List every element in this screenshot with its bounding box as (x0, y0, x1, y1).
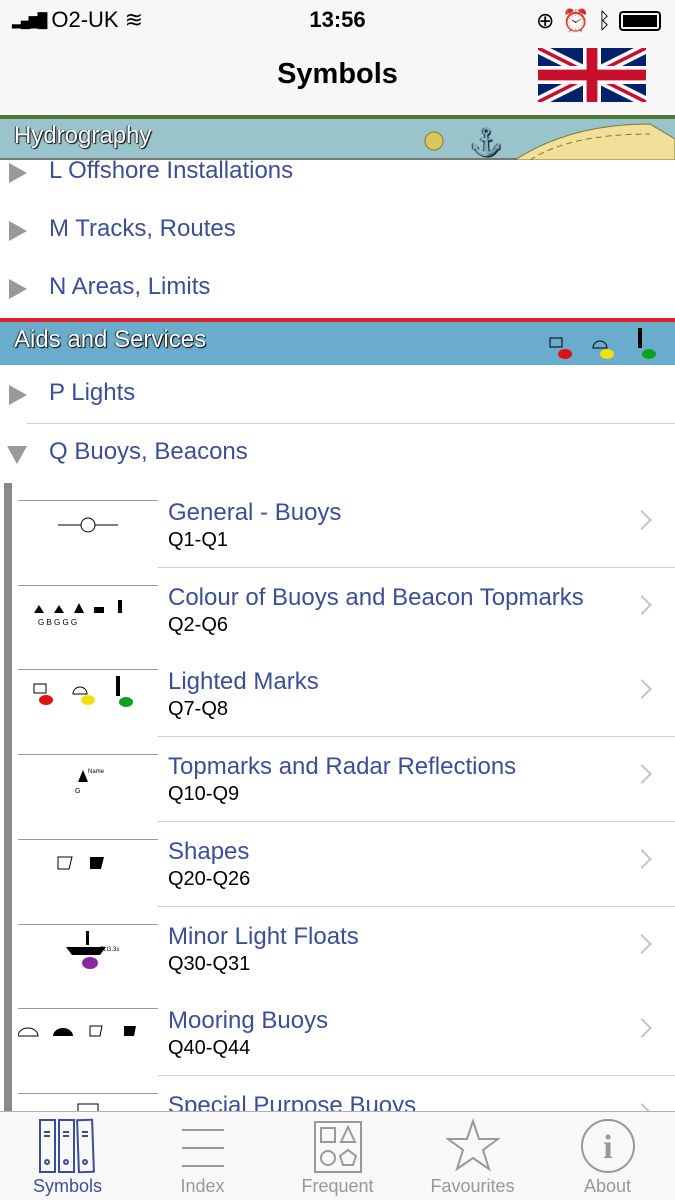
subcategory-title: Lighted Marks (168, 668, 319, 696)
category-label: L Offshore Installations (49, 157, 294, 184)
svg-text:Name: Name (88, 769, 105, 775)
symbol-thumbnail-icon (58, 517, 118, 533)
tab-frequent[interactable]: Frequent (270, 1112, 405, 1200)
tab-favourites[interactable]: Favourites (405, 1112, 540, 1200)
thumbnail-divider (18, 500, 158, 501)
section-title: Hydrography (14, 122, 152, 149)
shapes-icon (313, 1121, 362, 1173)
svg-text:G B G G G: G B G G G (38, 618, 77, 627)
subcategory-code: Q7-Q8 (168, 698, 229, 721)
group-indicator (4, 483, 12, 568)
collapse-triangle-icon (7, 446, 27, 464)
symbol-thumbnail-icon (33, 676, 133, 708)
uk-flag-icon[interactable] (538, 48, 646, 102)
subcategory-row[interactable]: Mooring Buoys Q40-Q44 (0, 991, 675, 1077)
chevron-right-icon (632, 594, 652, 615)
chevron-right-icon (632, 679, 652, 700)
thumbnail-divider (18, 1092, 158, 1094)
svg-text:i: i (603, 1129, 612, 1166)
symbol-thumbnail-icon (18, 1025, 136, 1037)
subcategory-code: Q30-Q31 (168, 952, 251, 975)
hydrography-illustration-icon: ⚓ (424, 123, 675, 160)
tab-index[interactable]: Index (135, 1112, 270, 1200)
battery-icon (619, 11, 661, 31)
svg-text:G: G (75, 788, 80, 795)
binders-icon (38, 1118, 95, 1174)
section-title: Aids and Services (14, 326, 207, 353)
category-label: M Tracks, Routes (49, 215, 236, 242)
category-row[interactable]: N Areas, Limits (0, 259, 675, 318)
expand-triangle-icon (9, 385, 27, 405)
subcategory-row[interactable]: Lighted Marks Q7-Q8 (0, 652, 675, 738)
subcategory-title: Colour of Buoys and Beacon Topmarks (168, 583, 584, 611)
alarm-icon: ⏰ (562, 8, 590, 33)
subcategory-title: Mooring Buoys (168, 1007, 329, 1035)
category-row[interactable]: P Lights (0, 365, 675, 424)
thumbnail-divider (18, 584, 158, 586)
svg-text:Fl.G.3s: Fl.G.3s (100, 947, 119, 953)
star-icon (445, 1118, 500, 1172)
aids-illustration-icon (549, 328, 656, 359)
subcategory-title: Topmarks and Radar Reflections (168, 753, 517, 781)
thumbnail-divider (18, 838, 158, 840)
symbol-thumbnail-icon: Name G (75, 769, 105, 795)
subcategory-row[interactable]: G B G G G Colour of Buoys and Beacon Topm… (0, 567, 675, 653)
tab-label: Frequent (301, 1176, 374, 1196)
tab-symbols[interactable]: Symbols (0, 1112, 135, 1200)
section-header-hydrography: Hydrography ⚓ (0, 119, 675, 160)
tab-label: Favourites (430, 1176, 515, 1196)
group-indicator (4, 737, 12, 823)
status-bar: ▂▄▆█ O2-UK ≋ 13:56 ⊕ ⏰ ᛒ (0, 0, 675, 40)
subcategory-title: Minor Light Floats (168, 922, 359, 950)
subcategory-code: Q1-Q1 (168, 529, 229, 551)
section-header-aids-and-services: Aids and Services (0, 322, 675, 365)
subcategory-title: Shapes (168, 837, 250, 865)
tab-label: Symbols (32, 1176, 103, 1196)
rotation-lock-icon: ⊕ (535, 8, 555, 33)
chevron-right-icon (632, 1018, 652, 1039)
symbol-thumbnail-icon: Fl.G.3s (66, 930, 119, 969)
tab-bar: Symbols Index Frequent Favourites i Abou… (0, 1111, 675, 1200)
list-icon (181, 1129, 224, 1167)
subcategory-code: Q40-Q44 (168, 1037, 251, 1060)
expand-triangle-icon (9, 279, 27, 299)
tab-about[interactable]: i About (540, 1112, 675, 1200)
category-row[interactable]: M Tracks, Routes (0, 201, 675, 260)
info-icon: i (580, 1119, 635, 1173)
tab-label: About (583, 1176, 632, 1196)
subcategory-row[interactable]: Shapes Q20-Q26 (0, 821, 675, 907)
tab-label: Index (180, 1176, 225, 1196)
group-indicator (4, 567, 12, 653)
bluetooth-icon: ᛒ (597, 8, 611, 33)
chevron-right-icon (632, 848, 652, 869)
subcategory-row[interactable]: Name G Topmarks and Radar Reflections Q10-Q… (0, 737, 675, 823)
expand-triangle-icon (9, 221, 27, 241)
chevron-right-icon (632, 933, 652, 954)
group-indicator (4, 991, 12, 1077)
subcategory-code: Q10-Q9 (168, 783, 240, 806)
category-label: Q Buoys, Beacons (49, 438, 248, 465)
category-row-expanded[interactable]: Q Buoys, Beacons (0, 424, 675, 483)
symbol-thumbnail-icon (57, 856, 104, 870)
category-label: N Areas, Limits (49, 273, 211, 300)
expand-triangle-icon (9, 163, 27, 183)
subcategory-row[interactable]: General - Buoys Q1-Q1 (0, 483, 675, 568)
thumbnail-divider (18, 669, 158, 671)
subcategory-title: General - Buoys (168, 499, 342, 526)
group-indicator (4, 652, 12, 738)
chevron-right-icon (632, 510, 652, 530)
subcategory-code: Q2-Q6 (168, 613, 229, 636)
subcategory-code: Q20-Q26 (168, 867, 251, 890)
subcategory-row[interactable]: Fl.G.3s Minor Light Floats Q30-Q31 (0, 906, 675, 992)
chevron-right-icon (632, 764, 652, 784)
group-indicator (4, 906, 12, 992)
thumbnail-divider (18, 923, 158, 925)
category-label: P Lights (49, 379, 136, 406)
group-indicator (4, 821, 12, 907)
thumbnail-divider (18, 1008, 158, 1010)
svg-text:⚓: ⚓ (470, 127, 502, 157)
symbol-thumbnail-icon: G B G G G (34, 599, 122, 627)
thumbnail-divider (18, 754, 158, 756)
